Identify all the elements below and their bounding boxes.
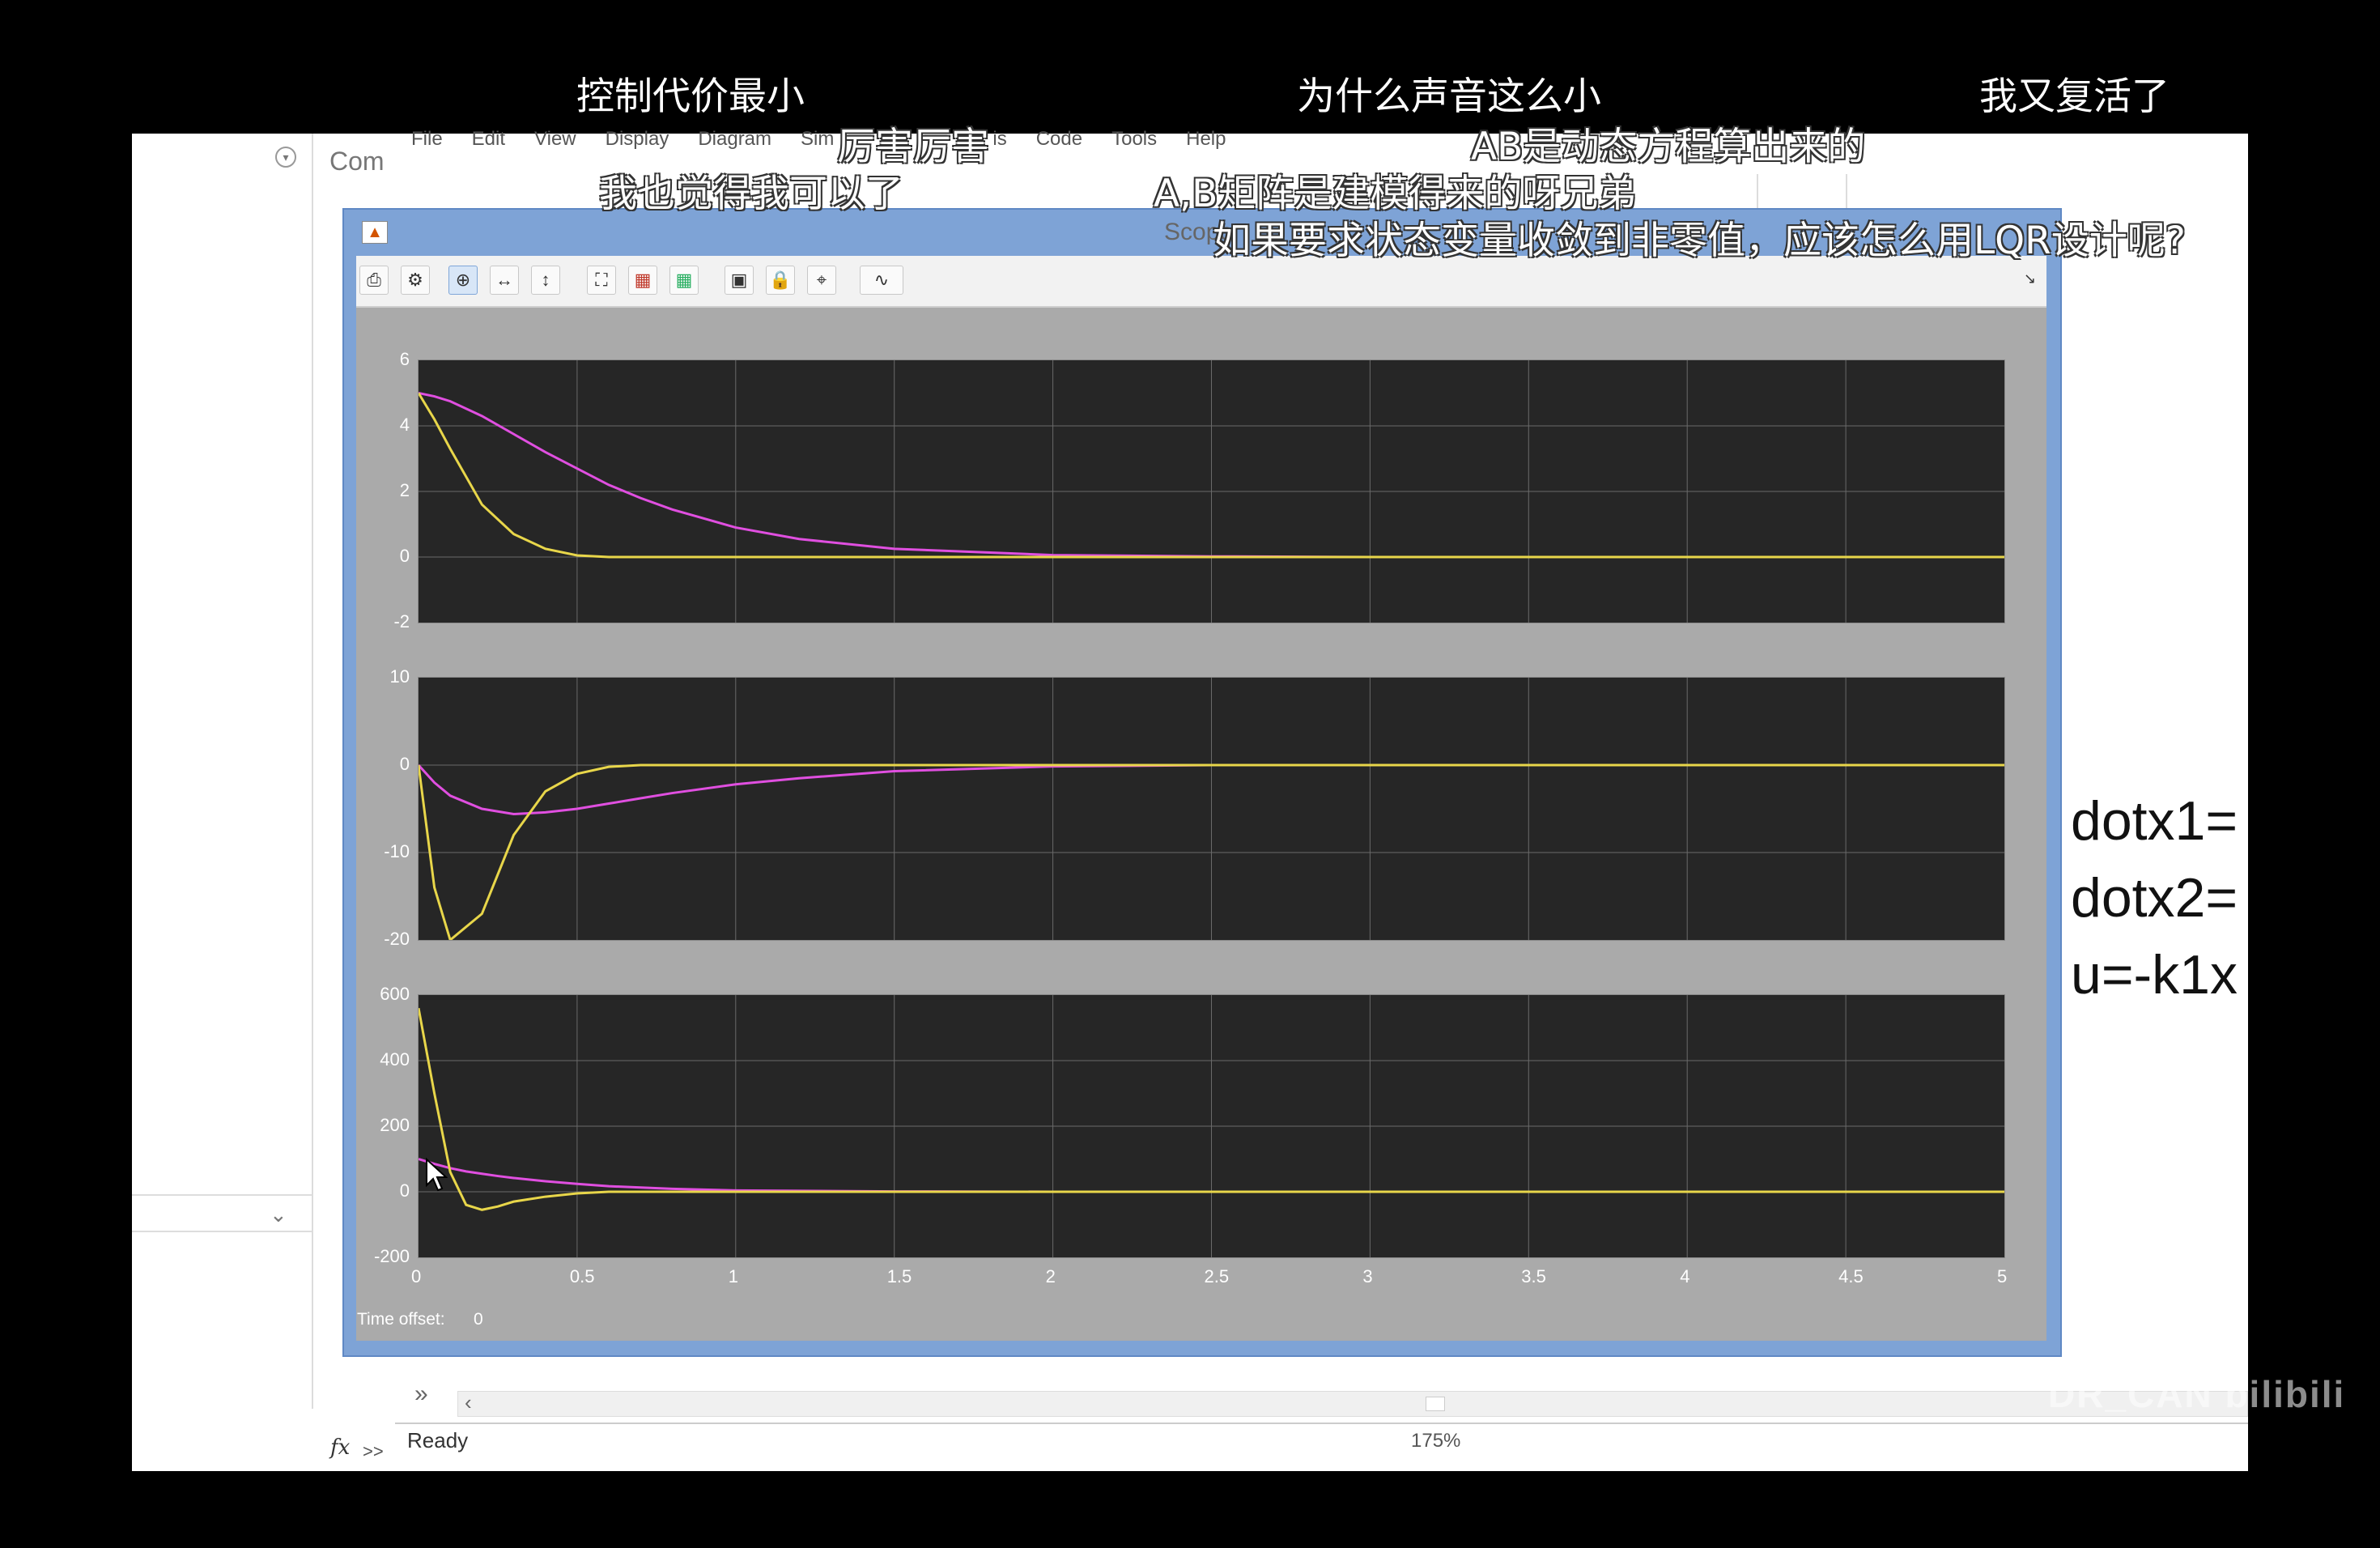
model-canvas: dotx1= dotx2= u=-k1x [2040, 267, 2246, 1441]
equation-line-2: dotx2= [2071, 867, 2238, 929]
x-tick-label: 1 [728, 1266, 739, 1286]
horizontal-scrollbar[interactable]: ‹ [457, 1390, 2248, 1417]
scope-axes-1[interactable] [418, 359, 2005, 623]
command-expand-icon[interactable]: >> [363, 1441, 384, 1462]
lock-icon[interactable]: 🔒 [766, 266, 795, 295]
danmaku-comment: 如果要求状态变量收敛到非零值，应该怎么用LQR设计呢? [1213, 219, 2186, 263]
x-tick-label: 2.5 [1204, 1266, 1230, 1286]
menu-help[interactable]: Help [1186, 128, 1226, 160]
signal-icon[interactable]: ∿ [860, 266, 903, 295]
status-bar: Ready 175% fx >> [132, 1409, 2248, 1471]
y-tick-label: 0 [399, 754, 410, 774]
zoom-in-icon[interactable]: ⊕ [448, 266, 478, 295]
expand-arrows-icon[interactable]: » [414, 1380, 428, 1408]
y-tick-label: 6 [399, 349, 410, 369]
watermark: DR_CAN bilibili [2048, 1373, 2346, 1415]
danmaku-comment: 控制代价最小 [576, 74, 805, 119]
menu-edit[interactable]: Edit [472, 128, 505, 160]
panel-label: Com [329, 147, 385, 176]
y-tick-label: 4 [399, 415, 410, 435]
x-tick-label: 4 [1680, 1266, 1690, 1286]
y-tick-label: 400 [380, 1049, 410, 1070]
menu-analysis[interactable]: is [992, 128, 1006, 160]
scope-axes-3[interactable] [418, 994, 2005, 1258]
y-tick-label: -20 [384, 929, 410, 949]
scale-y-icon[interactable]: ▦ [669, 266, 699, 295]
menu-diagram[interactable]: Diagram [698, 128, 771, 160]
scroll-left-icon[interactable]: ‹ [465, 1390, 472, 1415]
y-tick-label: -2 [393, 611, 410, 632]
scroll-thumb[interactable] [1426, 1397, 1445, 1411]
matlab-logo-icon: ▲ [362, 221, 388, 244]
menu-view[interactable]: View [534, 128, 576, 160]
menu-file[interactable]: File [411, 128, 443, 160]
zoom-y-icon[interactable]: ↕ [531, 266, 560, 295]
left-panel: ▾ ⌄ [132, 134, 313, 1471]
equation-line-3: u=-k1x [2071, 944, 2238, 1006]
zoom-x-icon[interactable]: ↔ [490, 266, 519, 295]
x-tick-label: 3 [1362, 1266, 1373, 1286]
y-tick-label: 0 [399, 1180, 410, 1201]
fx-icon[interactable]: fx [330, 1435, 350, 1460]
horizontal-divider [395, 1423, 2248, 1424]
equation-line-1: dotx1= [2071, 790, 2238, 852]
danmaku-comment: 我又复活了 [1979, 74, 2170, 119]
danmaku-comment: 我也觉得我可以了 [599, 172, 903, 216]
zoom-level: 175% [1411, 1430, 1461, 1452]
mouse-cursor-icon [426, 1158, 448, 1192]
x-tick-label: 5 [1997, 1266, 2008, 1286]
print-icon[interactable]: ⎙ [359, 266, 389, 295]
menu-code[interactable]: Code [1036, 128, 1082, 160]
menu-bar: File Edit View Display Diagram Sim is Co… [411, 128, 1226, 160]
x-tick-label: 2 [1045, 1266, 1056, 1286]
plot-area-1 [419, 360, 2004, 623]
y-tick-label: 10 [389, 666, 410, 687]
y-tick-label: 600 [380, 984, 410, 1004]
plot-area-3 [419, 995, 2004, 1257]
menu-tools[interactable]: Tools [1111, 128, 1157, 160]
danmaku-comment: 为什么声音这么小 [1297, 74, 1601, 119]
fit-icon[interactable]: ⛶ [587, 266, 616, 295]
x-tick-label: 0.5 [569, 1266, 595, 1286]
plot-area-2 [419, 678, 2004, 940]
panel-divider [132, 1194, 312, 1196]
y-tick-label: 200 [380, 1115, 410, 1135]
y-tick-label: -200 [373, 1246, 410, 1266]
undock-icon[interactable]: ↘ [2024, 270, 2036, 287]
y-tick-label: -10 [384, 841, 410, 861]
y-tick-label: 2 [399, 480, 410, 500]
time-offset-value: 0 [474, 1310, 483, 1329]
x-tick-label: 4.5 [1838, 1266, 1864, 1286]
status-text: Ready [407, 1428, 469, 1452]
chevron-down-icon[interactable]: ⌄ [270, 1202, 287, 1227]
highlight-icon[interactable]: ▣ [725, 266, 754, 295]
menu-display[interactable]: Display [606, 128, 669, 160]
menu-simulation[interactable]: Sim [801, 128, 834, 160]
settings-icon[interactable]: ⚙ [401, 266, 430, 295]
x-tick-label: 1.5 [886, 1266, 912, 1286]
x-tick-label: 3.5 [1521, 1266, 1546, 1286]
time-offset-label: Time offset: [357, 1310, 445, 1329]
scale-x-icon[interactable]: ▦ [628, 266, 657, 295]
collapse-icon[interactable]: ▾ [275, 147, 296, 168]
x-tick-label: 0 [411, 1266, 422, 1286]
cursor-icon[interactable]: ⌖ [807, 266, 836, 295]
panel-divider [132, 1231, 312, 1232]
y-tick-label: 0 [399, 546, 410, 566]
scope-axes-2[interactable] [418, 677, 2005, 941]
